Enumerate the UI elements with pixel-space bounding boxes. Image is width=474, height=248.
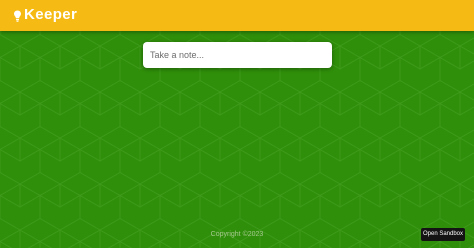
create-note-form	[143, 42, 332, 68]
open-sandbox-button[interactable]: Open Sandbox	[421, 228, 465, 241]
brand: Keeper	[13, 6, 77, 24]
app-title: Keeper	[24, 6, 78, 23]
cube-background-pattern	[0, 0, 474, 248]
note-input[interactable]	[143, 42, 332, 68]
lightbulb-icon	[13, 8, 22, 22]
page-footer: Copyright ©2023	[0, 231, 474, 238]
app-header: Keeper	[0, 0, 474, 31]
copyright-text: Copyright ©2023	[210, 231, 264, 238]
keeper-app: Keeper Copyright ©2023 Open Sandbox	[0, 0, 474, 248]
